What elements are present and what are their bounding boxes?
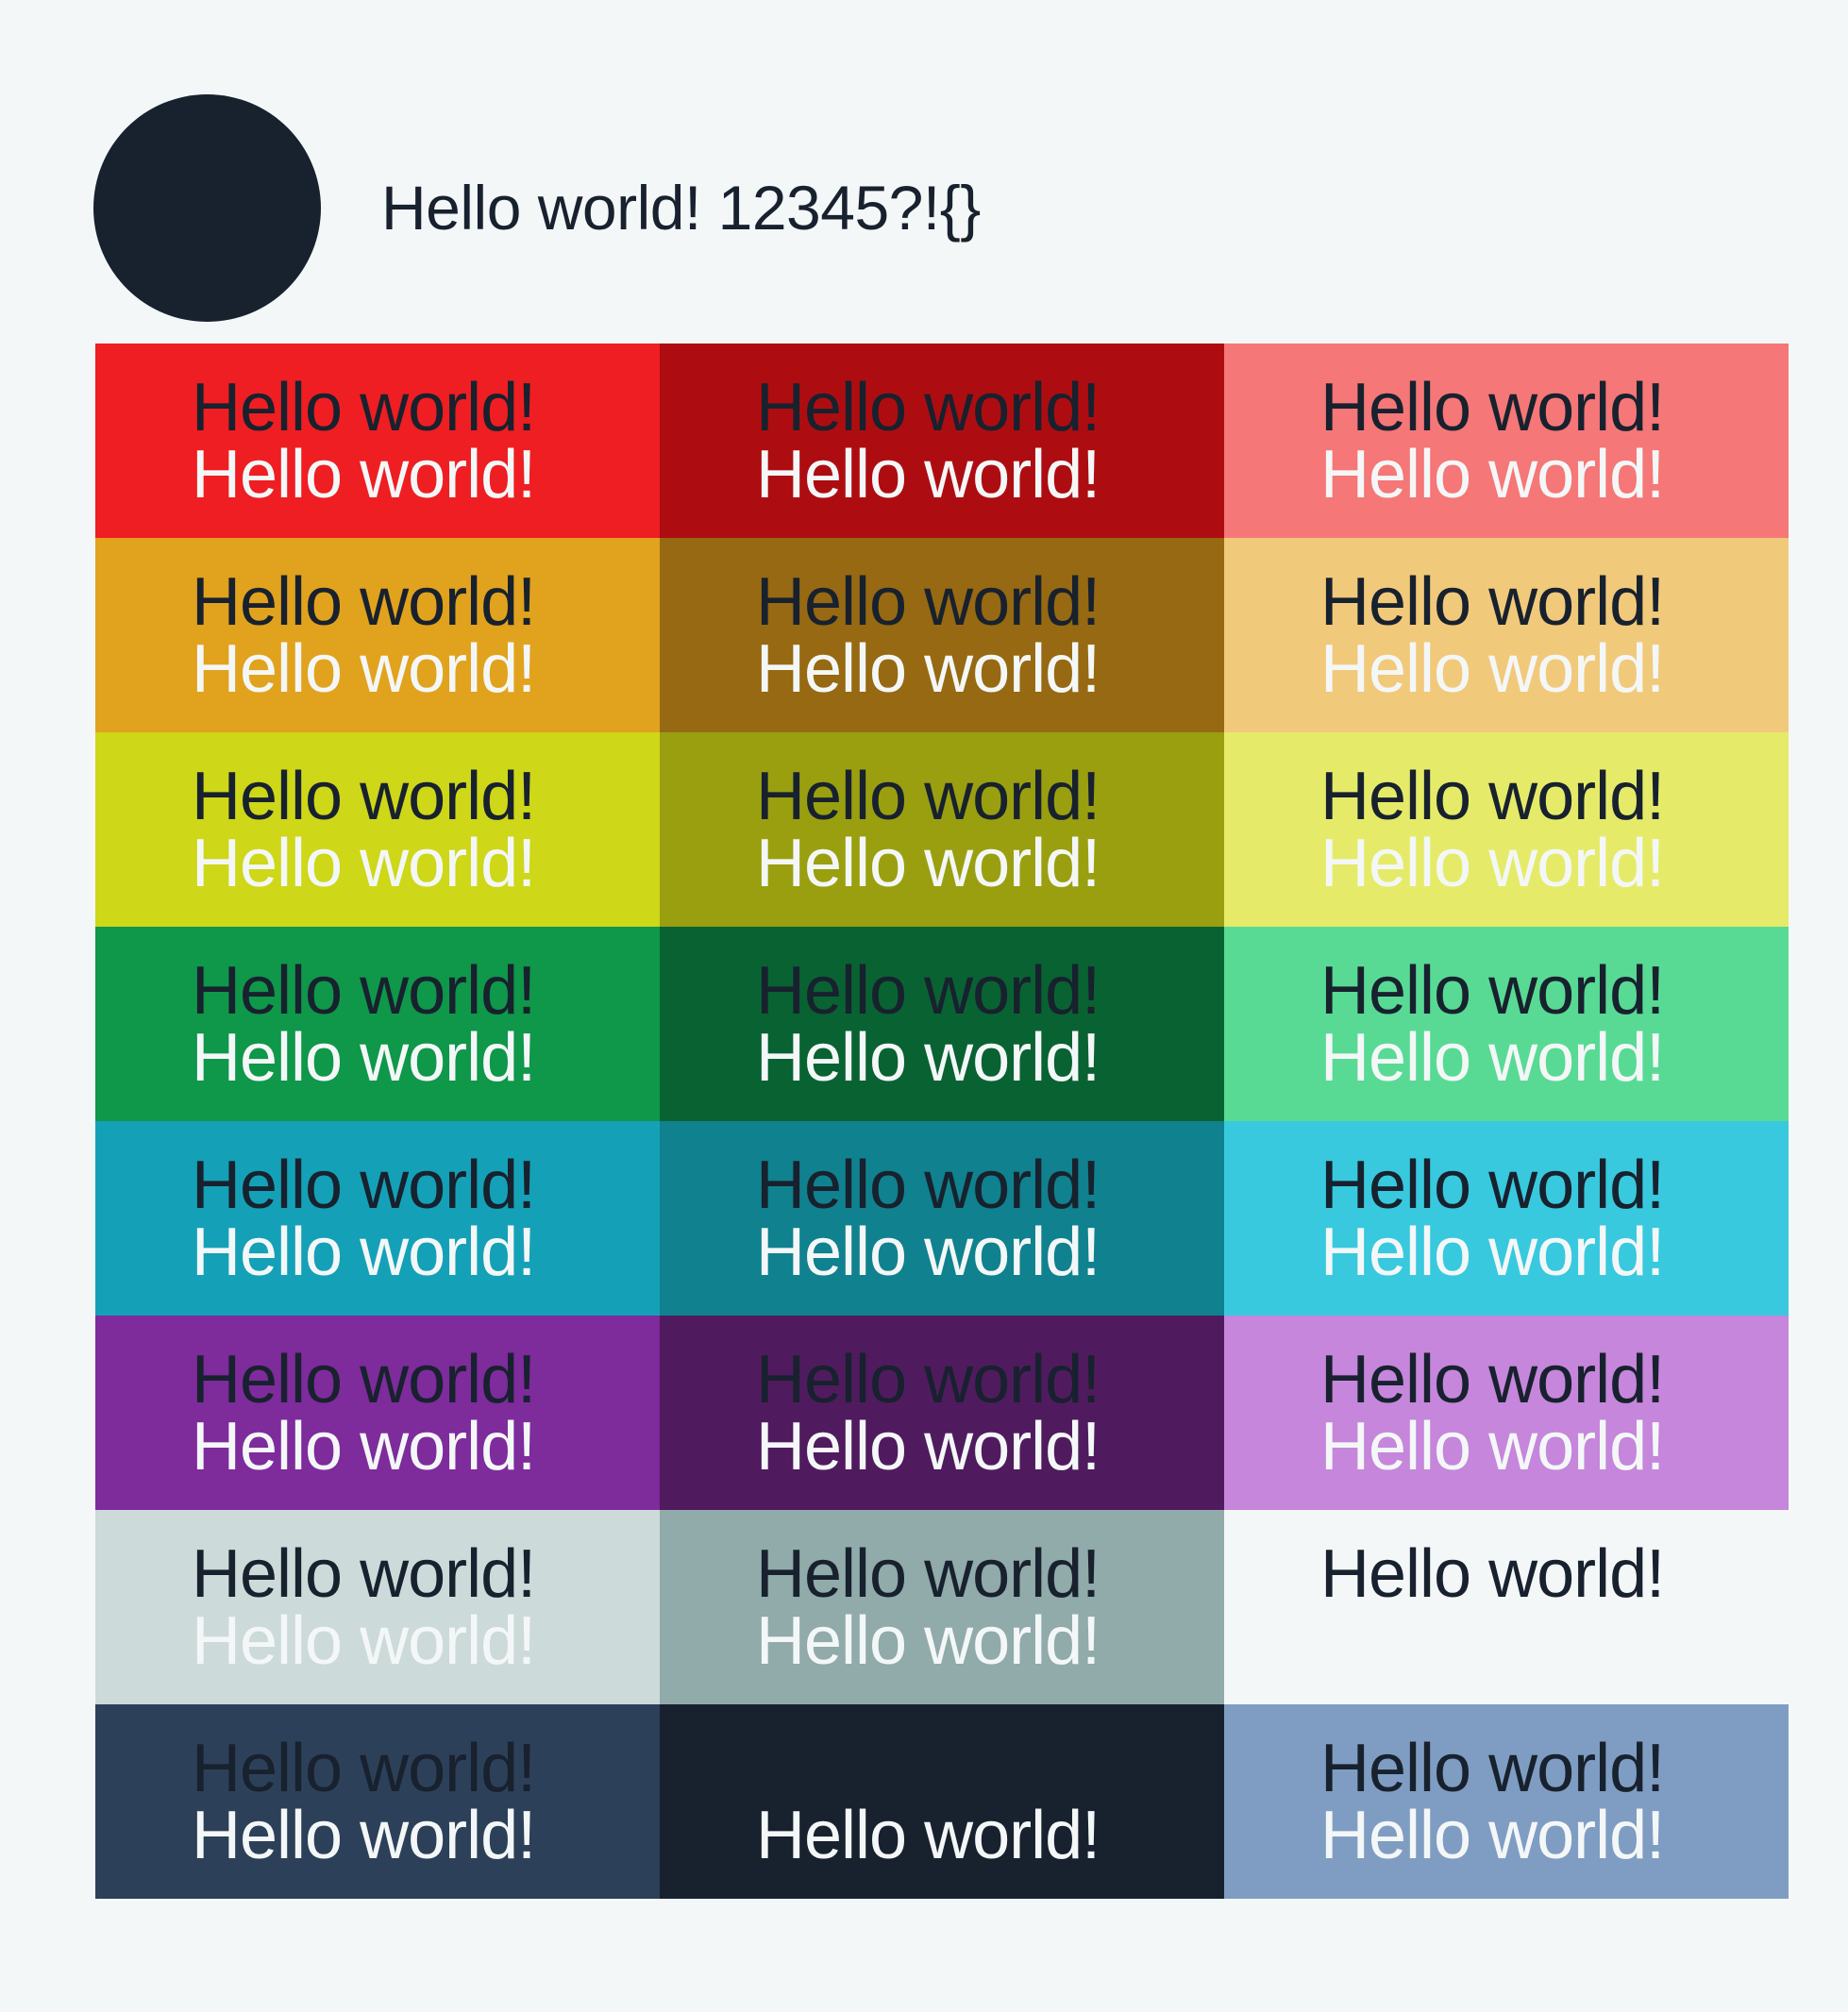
swatch-cell: Hello world! Hello world! bbox=[95, 1510, 660, 1704]
swatch-cell: Hello world! Hello world! bbox=[660, 1121, 1224, 1316]
light-text-sample: Hello world! bbox=[192, 826, 536, 901]
light-text-sample: Hello world! bbox=[192, 1020, 536, 1096]
dark-text-sample: Hello world! bbox=[192, 1731, 536, 1806]
swatch-cell: Hello world! Hello world! bbox=[660, 1316, 1224, 1510]
dark-text-sample: Hello world! bbox=[192, 1342, 536, 1417]
light-text-sample: Hello world! bbox=[192, 631, 536, 707]
light-text-sample: Hello world! bbox=[756, 1603, 1100, 1679]
dark-text-sample: Hello world! bbox=[192, 953, 536, 1029]
swatch-cell: Hello world! Hello world! bbox=[95, 538, 660, 732]
light-text-sample: Hello world! bbox=[756, 437, 1100, 512]
light-text-sample: Hello world! bbox=[1320, 631, 1665, 707]
light-text-sample: Hello world! bbox=[1320, 1215, 1665, 1290]
swatch-cell: Hello world! Hello world! bbox=[1224, 1121, 1789, 1316]
swatch-grid: Hello world! Hello world! Hello world! Hell… bbox=[95, 344, 1789, 1899]
dark-text-sample: Hello world! bbox=[756, 1536, 1100, 1612]
dark-text-sample: Hello world! bbox=[1320, 759, 1665, 834]
header-sample-text: Hello world! 12345?!{} bbox=[381, 173, 981, 243]
light-text-sample: Hello world! bbox=[756, 826, 1100, 901]
light-text-sample: Hello world! bbox=[1320, 437, 1665, 512]
swatch-cell: Hello world! Hello world! bbox=[1224, 732, 1789, 927]
swatch-cell: Hello world! Hello world! bbox=[1224, 1704, 1789, 1899]
swatch-cell: Hello world! bbox=[1224, 1510, 1789, 1704]
swatch-cell: Hello world! Hello world! bbox=[95, 344, 660, 538]
swatch-cell: Hello world! Hello world! bbox=[1224, 344, 1789, 538]
swatch-cell: Hello world! Hello world! bbox=[95, 1704, 660, 1899]
swatch-page: Hello world! 12345?!{} Hello world! Hello… bbox=[0, 0, 1848, 2012]
dark-text-sample: Hello world! bbox=[756, 1342, 1100, 1417]
swatch-cell: Hello world! Hello world! bbox=[660, 538, 1224, 732]
swatch-cell: Hello world! Hello world! bbox=[660, 344, 1224, 538]
swatch-cell: Hello world! Hello world! bbox=[1224, 927, 1789, 1121]
dark-text-sample: Hello world! bbox=[192, 759, 536, 834]
dark-text-sample: Hello world! bbox=[756, 759, 1100, 834]
dark-text-sample: Hello world! bbox=[1320, 370, 1665, 445]
light-text-sample: Hello world! bbox=[192, 437, 536, 512]
dark-text-sample: Hello world! bbox=[756, 953, 1100, 1029]
dark-text-sample: Hello world! bbox=[1320, 1536, 1665, 1612]
dark-text-sample: Hello world! bbox=[1320, 1731, 1665, 1806]
light-text-sample: Hello world! bbox=[756, 631, 1100, 707]
light-text-sample: Hello world! bbox=[756, 1215, 1100, 1290]
swatch-cell: Hello world! Hello world! bbox=[660, 1510, 1224, 1704]
swatch-cell: Hello world! Hello world! bbox=[95, 1121, 660, 1316]
swatch-cell: Hello world! Hello world! bbox=[1224, 538, 1789, 732]
dark-text-sample: Hello world! bbox=[192, 370, 536, 445]
dark-text-sample: Hello world! bbox=[192, 1148, 536, 1223]
light-text-sample: Hello world! bbox=[1320, 1020, 1665, 1096]
dark-text-sample: Hello world! bbox=[1320, 564, 1665, 640]
light-text-sample: Hello world! bbox=[192, 1215, 536, 1290]
light-text-sample: Hello world! bbox=[192, 1603, 536, 1679]
light-text-sample: Hello world! bbox=[1320, 826, 1665, 901]
light-text-sample: Hello world! bbox=[1320, 1409, 1665, 1484]
swatch-cell: Hello world! Hello world! bbox=[1224, 1316, 1789, 1510]
swatch-cell: Hello world! Hello world! bbox=[95, 732, 660, 927]
swatch-cell: Hello world! Hello world! bbox=[660, 732, 1224, 927]
light-text-sample: Hello world! bbox=[756, 1020, 1100, 1096]
light-text-sample: Hello world! bbox=[1320, 1798, 1665, 1873]
light-text-sample: Hello world! bbox=[756, 1798, 1100, 1873]
color-circle bbox=[93, 94, 321, 322]
dark-text-sample: Hello world! bbox=[192, 1536, 536, 1612]
dark-text-sample: Hello world! bbox=[756, 370, 1100, 445]
light-text-sample: Hello world! bbox=[192, 1798, 536, 1873]
dark-text-sample: Hello world! bbox=[192, 564, 536, 640]
swatch-cell: Hello world! Hello world! bbox=[95, 1316, 660, 1510]
dark-text-sample: Hello world! bbox=[1320, 1342, 1665, 1417]
light-text-sample: Hello world! bbox=[192, 1409, 536, 1484]
swatch-cell: Hello world! bbox=[660, 1704, 1224, 1899]
swatch-cell: Hello world! Hello world! bbox=[95, 927, 660, 1121]
dark-text-sample: Hello world! bbox=[756, 564, 1100, 640]
swatch-cell: Hello world! Hello world! bbox=[660, 927, 1224, 1121]
dark-text-sample: Hello world! bbox=[1320, 1148, 1665, 1223]
dark-text-sample: Hello world! bbox=[756, 1148, 1100, 1223]
light-text-sample: Hello world! bbox=[756, 1409, 1100, 1484]
dark-text-sample: Hello world! bbox=[1320, 953, 1665, 1029]
